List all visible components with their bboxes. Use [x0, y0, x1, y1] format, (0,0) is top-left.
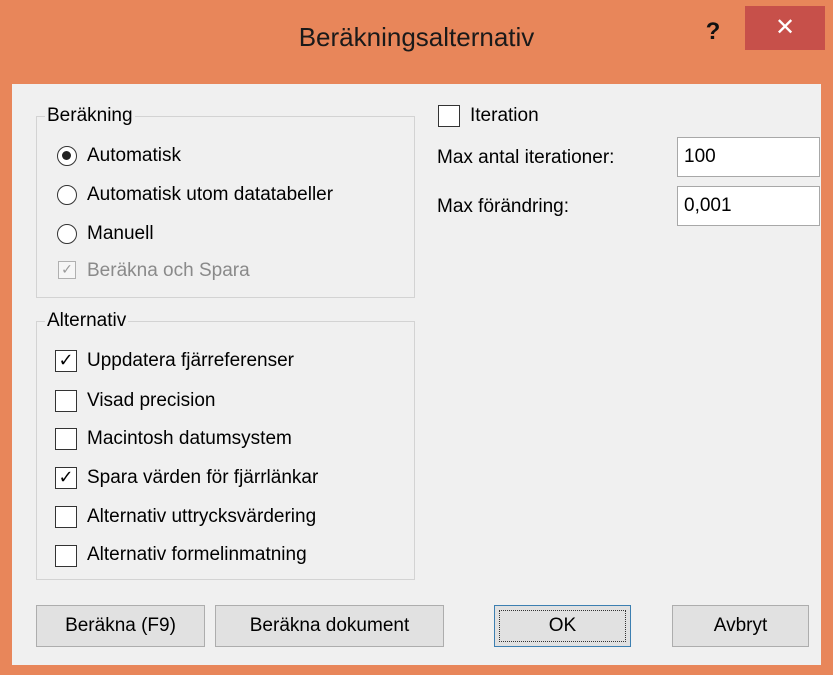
label-max-change: Max förändring:: [437, 196, 570, 217]
ok-button-label: OK: [548, 615, 577, 636]
title-bar[interactable]: Beräkningsalternativ ? ✕: [0, 0, 833, 84]
help-button[interactable]: ?: [688, 12, 738, 52]
label-transition-formula-evaluation[interactable]: Alternativ uttrycksvärdering: [87, 505, 316, 529]
radio-automatic-except-tables-label[interactable]: Automatisk utom datatabeller: [87, 183, 333, 207]
calculate-sheet-button[interactable]: Beräkna dokument: [215, 605, 444, 647]
radio-manual-label[interactable]: Manuell: [87, 222, 154, 246]
label-iteration[interactable]: Iteration: [470, 104, 539, 128]
max-iterations-input[interactable]: 100: [677, 137, 820, 177]
checkbox-precision-as-displayed[interactable]: [55, 390, 77, 412]
radio-automatic-label[interactable]: Automatisk: [87, 144, 181, 168]
checkbox-save-external-link-values[interactable]: ✓: [55, 467, 77, 489]
checkbox-transition-formula-entry[interactable]: [55, 545, 77, 567]
checkbox-transition-formula-evaluation[interactable]: [55, 506, 77, 528]
calculation-group-title: Beräkning: [45, 104, 135, 128]
options-group-title: Alternativ: [45, 309, 129, 333]
radio-automatic[interactable]: [57, 146, 77, 166]
checkbox-iteration[interactable]: [438, 105, 460, 127]
cancel-button[interactable]: Avbryt: [672, 605, 809, 647]
dialog-content: Beräkning Automatisk Automatisk utom dat…: [12, 84, 821, 665]
recalc-before-save-checkbox: ✓: [58, 261, 76, 279]
dialog-window: Beräkningsalternativ ? ✕ Beräkning Autom…: [0, 0, 833, 675]
label-update-remote-refs[interactable]: Uppdatera fjärreferenser: [87, 349, 294, 373]
label-max-iterations: Max antal iterationer:: [437, 147, 615, 168]
recalc-before-save-label: Beräkna och Spara: [87, 260, 250, 281]
max-change-input[interactable]: 0,001: [677, 186, 820, 226]
calculate-now-button[interactable]: Beräkna (F9): [36, 605, 205, 647]
label-precision-as-displayed[interactable]: Visad precision: [87, 389, 216, 413]
checkbox-update-remote-refs[interactable]: ✓: [55, 350, 77, 372]
label-1904-date-system[interactable]: Macintosh datumsystem: [87, 427, 292, 451]
radio-manual[interactable]: [57, 224, 77, 244]
checkbox-1904-date-system[interactable]: [55, 428, 77, 450]
close-button[interactable]: ✕: [745, 6, 825, 50]
ok-button[interactable]: OK: [494, 605, 631, 647]
label-transition-formula-entry[interactable]: Alternativ formelinmatning: [87, 543, 307, 567]
radio-automatic-except-tables[interactable]: [57, 185, 77, 205]
label-save-external-link-values[interactable]: Spara värden för fjärrlänkar: [87, 466, 318, 490]
